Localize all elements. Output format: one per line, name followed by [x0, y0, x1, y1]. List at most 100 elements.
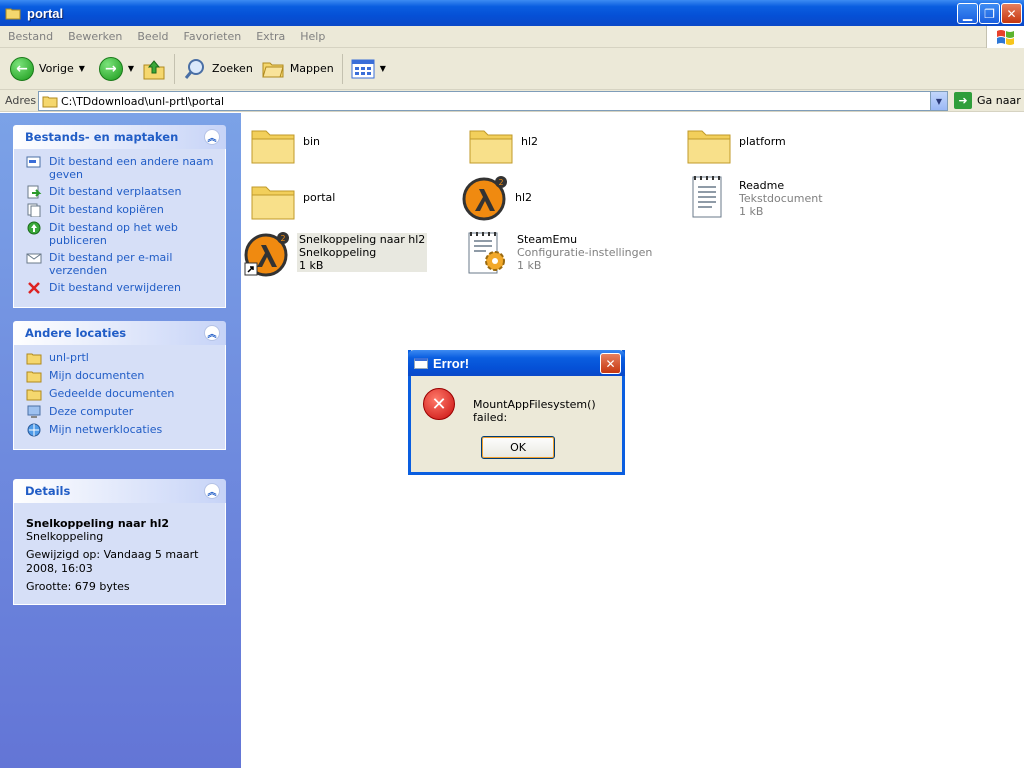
computer-icon [27, 405, 41, 418]
folder-icon [26, 371, 42, 383]
location-network-places[interactable]: Mijn netwerklocaties [26, 423, 215, 437]
error-message: MountAppFilesystem() failed: [473, 398, 596, 424]
details-name: Snelkoppeling naar hl2 [26, 517, 170, 530]
file-size: 1 kB [517, 259, 542, 272]
minimize-button[interactable]: ▁ [957, 3, 978, 24]
location-my-computer[interactable]: Deze computer [26, 405, 215, 419]
folder-icon [469, 130, 513, 164]
task-email[interactable]: Dit bestand per e-mail verzenden [26, 251, 215, 277]
details-panel: Details ︽ Snelkoppeling naar hl2 Snelkop… [13, 479, 226, 605]
folders-button[interactable]: Mappen [257, 52, 338, 86]
network-icon [27, 423, 41, 437]
error-dialog-title: Error! [433, 355, 470, 371]
menu-bewerken[interactable]: Bewerken [60, 30, 129, 43]
address-bar: Adres C:\TDdownload\unl-prtl\portal ▼ ➜ … [0, 90, 1024, 112]
location-label: Gedeelde documenten [49, 387, 175, 400]
file-name: Readme [739, 179, 785, 192]
task-label: Dit bestand per e-mail verzenden [49, 251, 173, 277]
file-name: SteamEmu [517, 233, 578, 246]
folder-icon [251, 130, 295, 164]
file-tasks-header[interactable]: Bestands- en maptaken ︽ [13, 125, 226, 149]
menu-bestand[interactable]: Bestand [0, 30, 60, 43]
task-move[interactable]: Dit bestand verplaatsen [26, 185, 215, 199]
file-type: Tekstdocument [739, 192, 823, 205]
delete-icon [28, 282, 40, 294]
collapse-icon[interactable]: ︽ [204, 325, 220, 341]
folder-icon [687, 130, 731, 164]
menu-help[interactable]: Help [292, 30, 332, 43]
go-label: Ga naar [977, 94, 1021, 107]
folder-icon [251, 186, 295, 220]
location-label: Mijn documenten [49, 369, 145, 382]
ok-button[interactable]: OK [481, 436, 555, 459]
folder-portal[interactable]: portal [249, 177, 335, 225]
location-label: unl-prtl [49, 351, 89, 364]
file-readme[interactable]: Readme Tekstdocument 1 kB [685, 173, 823, 221]
file-list[interactable]: bin hl2 platform portal 2 hl2 Readme Tek… [241, 113, 1024, 768]
details-header[interactable]: Details ︽ [13, 479, 226, 503]
address-input[interactable]: C:\TDdownload\unl-prtl\portal ▼ [38, 91, 948, 111]
file-name: portal [303, 191, 336, 204]
task-label: Dit bestand een andere naam geven [49, 155, 214, 181]
task-rename[interactable]: Dit bestand een andere naam geven [26, 155, 215, 181]
location-my-documents[interactable]: Mijn documenten [26, 369, 215, 383]
maximize-button[interactable]: ❐ [979, 3, 1000, 24]
folder-bin[interactable]: bin [249, 121, 320, 169]
folders-label: Mappen [289, 62, 334, 75]
address-dropdown[interactable]: ▼ [930, 92, 947, 110]
collapse-icon[interactable]: ︽ [204, 483, 220, 499]
task-pane: Bestands- en maptaken ︽ Dit bestand een … [0, 113, 241, 768]
task-label: Dit bestand verwijderen [49, 281, 181, 294]
close-button[interactable]: ✕ [1001, 3, 1022, 24]
folder-hl2[interactable]: hl2 [467, 121, 538, 169]
location-label: Deze computer [49, 405, 134, 418]
task-copy[interactable]: Dit bestand kopiëren [26, 203, 215, 217]
folder-up-icon [143, 59, 165, 79]
file-size: 1 kB [299, 259, 324, 272]
go-arrow-icon: ➜ [954, 92, 972, 109]
window-icon [414, 357, 428, 369]
task-delete[interactable]: Dit bestand verwijderen [26, 281, 215, 295]
chevron-down-icon[interactable]: ▼ [380, 64, 386, 73]
search-button[interactable]: Zoeken [179, 52, 257, 86]
copy-icon [27, 203, 41, 217]
task-label: Dit bestand verplaatsen [49, 185, 182, 198]
back-button[interactable]: ← Vorige ▼ [6, 52, 89, 86]
other-locations-body: unl-prtl Mijn documenten Gedeelde docume… [13, 345, 226, 450]
file-shortcut-hl2[interactable]: 2 Snelkoppeling naar hl2 Snelkoppeling 1… [243, 229, 428, 277]
views-icon [351, 59, 375, 78]
collapse-icon[interactable]: ︽ [204, 129, 220, 145]
svg-text:2: 2 [280, 234, 285, 243]
file-steamemu[interactable]: SteamEmu Configuratie-instellingen 1 kB [463, 229, 652, 277]
file-tasks-panel: Bestands- en maptaken ︽ Dit bestand een … [13, 125, 226, 308]
menu-extra[interactable]: Extra [248, 30, 292, 43]
file-tasks-body: Dit bestand een andere naam geven Dit be… [13, 149, 226, 308]
task-publish[interactable]: Dit bestand op het web publiceren [26, 221, 215, 247]
file-type: Configuratie-instellingen [517, 246, 653, 259]
menu-favorieten[interactable]: Favorieten [176, 30, 249, 43]
error-dialog-titlebar[interactable]: Error! ✕ [408, 350, 625, 376]
folder-platform[interactable]: platform [685, 121, 786, 169]
svg-text:2: 2 [498, 178, 503, 187]
file-name: hl2 [521, 135, 539, 148]
file-name: Snelkoppeling naar hl2 [299, 233, 426, 246]
menu-beeld[interactable]: Beeld [129, 30, 175, 43]
chevron-down-icon[interactable]: ▼ [128, 64, 134, 73]
file-hl2-exe[interactable]: 2 hl2 [461, 173, 532, 221]
chevron-down-icon: ▼ [935, 96, 943, 106]
chevron-down-icon[interactable]: ▼ [79, 64, 85, 73]
location-shared-documents[interactable]: Gedeelde documenten [26, 387, 215, 401]
error-icon: ✕ [423, 388, 455, 420]
dialog-close-button[interactable]: ✕ [600, 353, 621, 374]
window-titlebar[interactable]: portal ▁ ❐ ✕ [0, 0, 1024, 26]
toolbar: ← Vorige ▼ → ▼ Zoeken Mappen ▼ [0, 48, 1024, 90]
go-button[interactable]: ➜ Ga naar [954, 92, 1021, 109]
other-locations-header[interactable]: Andere locaties ︽ [13, 321, 226, 345]
up-button[interactable] [138, 52, 170, 86]
error-dialog: Error! ✕ ✕ MountAppFilesystem() failed: … [408, 350, 625, 475]
location-unl-prtl[interactable]: unl-prtl [26, 351, 215, 365]
search-label: Zoeken [212, 62, 253, 75]
views-button[interactable]: ▼ [347, 52, 390, 86]
forward-button[interactable]: → ▼ [95, 52, 138, 86]
move-icon [27, 185, 42, 199]
